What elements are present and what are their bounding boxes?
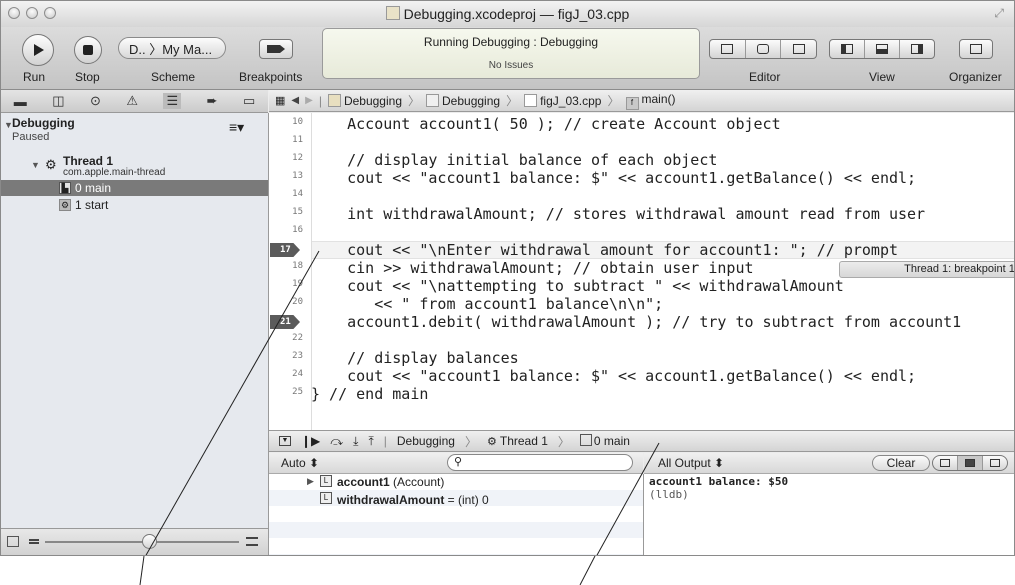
callout-lines [145,250,660,555]
xcode-window: Debugging.xcodeproj — figJ_03.cpp ⤢ Run … [0,0,1015,556]
callout-line-breakpoint [145,250,320,555]
callout-line-console [596,442,660,555]
callout-tails [139,556,596,585]
